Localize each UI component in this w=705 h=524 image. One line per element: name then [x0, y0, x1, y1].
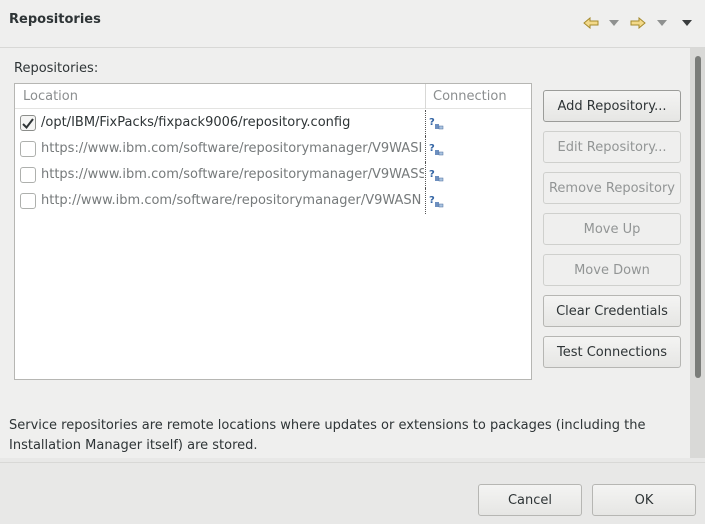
connection-status-icon: ? — [429, 167, 445, 183]
column-separator — [425, 162, 426, 188]
repository-location: https://www.ibm.com/software/repositorym… — [41, 167, 424, 182]
column-separator — [425, 136, 426, 162]
back-arrow-icon[interactable] — [582, 14, 600, 32]
repository-checkbox[interactable] — [20, 115, 36, 131]
checkmark-icon — [22, 117, 34, 129]
svg-text:?: ? — [429, 143, 435, 154]
column-separator — [425, 188, 426, 214]
table-row[interactable]: http://www.ibm.com/software/repositoryma… — [15, 188, 531, 214]
repositories-label: Repositories: — [14, 61, 99, 76]
page-title: Repositories — [9, 12, 101, 27]
clear-credentials-button[interactable]: Clear Credentials — [543, 295, 681, 327]
table-row[interactable]: https://www.ibm.com/software/repositorym… — [15, 162, 531, 188]
forward-history-dropdown-icon[interactable] — [656, 14, 668, 32]
page-header: Repositories — [0, 0, 705, 48]
repositories-table: Location Connection /opt/IBM/FixPacks/fi… — [14, 83, 532, 380]
move-down-button[interactable]: Move Down — [543, 254, 681, 286]
repository-checkbox[interactable] — [20, 193, 36, 209]
edit-repository-button[interactable]: Edit Repository... — [543, 131, 681, 163]
connection-status-icon: ? — [429, 115, 445, 131]
connection-status-icon: ? — [429, 193, 445, 209]
view-menu-icon[interactable] — [680, 14, 694, 32]
table-row[interactable]: /opt/IBM/FixPacks/fixpack9006/repository… — [15, 110, 531, 136]
ok-button[interactable]: OK — [592, 484, 696, 516]
column-header-location[interactable]: Location — [23, 89, 78, 104]
column-divider[interactable] — [425, 84, 426, 109]
test-connections-button[interactable]: Test Connections — [543, 336, 681, 368]
svg-text:?: ? — [429, 117, 435, 128]
scrollbar-thumb[interactable] — [695, 56, 701, 378]
back-history-dropdown-icon[interactable] — [608, 14, 620, 32]
description-text: Service repositories are remote location… — [9, 418, 646, 453]
column-separator — [425, 110, 426, 136]
move-up-button[interactable]: Move Up — [543, 213, 681, 245]
table-header: Location Connection — [15, 84, 531, 109]
cancel-button[interactable]: Cancel — [478, 484, 582, 516]
table-row[interactable]: https://www.ibm.com/software/repositorym… — [15, 136, 531, 162]
repository-location: http://www.ibm.com/software/repositoryma… — [41, 193, 422, 208]
forward-arrow-icon[interactable] — [629, 14, 647, 32]
repository-checkbox[interactable] — [20, 141, 36, 157]
svg-text:?: ? — [429, 169, 435, 180]
column-header-connection[interactable]: Connection — [433, 89, 507, 104]
repository-checkbox[interactable] — [20, 167, 36, 183]
repository-location: https://www.ibm.com/software/repositorym… — [41, 141, 423, 156]
connection-status-icon: ? — [429, 141, 445, 157]
svg-text:?: ? — [429, 195, 435, 206]
add-repository-button[interactable]: Add Repository... — [543, 90, 681, 122]
repository-location: /opt/IBM/FixPacks/fixpack9006/repository… — [41, 115, 351, 130]
remove-repository-button[interactable]: Remove Repository — [543, 172, 681, 204]
